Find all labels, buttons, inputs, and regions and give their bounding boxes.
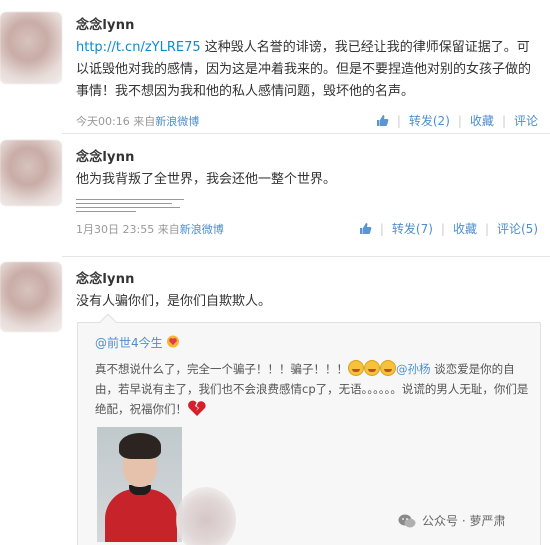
angry-emoji-icon (364, 360, 380, 376)
repost-button[interactable]: 转发(7) (392, 220, 433, 237)
post-time[interactable]: 1月30日 23:55 (76, 223, 154, 236)
source-prefix: 来自 (133, 115, 156, 128)
post-time[interactable]: 今天00:16 (76, 115, 130, 128)
watermark: 公众号 · 萝严肃 (398, 512, 505, 529)
post-text: 他为我背叛了全世界，我会还他一整个世界。 (76, 172, 337, 187)
mention-link[interactable]: @孙杨 (396, 362, 431, 376)
source-prefix: 来自 (157, 223, 180, 236)
avatar[interactable] (0, 262, 62, 332)
avatar[interactable] (0, 12, 62, 84)
quoted-text-part: 真不想说什么了，完全一个骗子！！！骗子！！！ (95, 362, 348, 376)
broken-heart-icon (187, 400, 207, 423)
attached-text-image[interactable] (76, 197, 186, 215)
username-link[interactable]: 念念lynn (76, 14, 542, 34)
vip-heart-icon (166, 335, 180, 351)
username-link[interactable]: 念念lynn (76, 268, 542, 288)
angry-emoji-icon (380, 360, 396, 376)
avatar[interactable] (0, 140, 62, 206)
attached-photo[interactable] (97, 427, 182, 542)
source-link[interactable]: 新浪微博 (180, 223, 224, 236)
blurred-photo (176, 487, 236, 545)
angry-emoji-icon (348, 360, 364, 376)
weibo-post: 念念lynn 没有人骗你们，是你们自欺欺人。 (76, 268, 542, 313)
repost-button[interactable]: 转发(2) (409, 112, 450, 129)
source-link[interactable]: 新浪微博 (155, 115, 199, 128)
favorite-button[interactable]: 收藏 (453, 220, 477, 237)
divider (62, 133, 550, 134)
like-thumb-icon[interactable] (359, 222, 372, 235)
quoted-text: 真不想说什么了，完全一个骗子！！！骗子！！！ @孙杨 谈恋爱是你的自由，若早说有主… (95, 359, 531, 423)
wechat-icon (398, 514, 416, 527)
comment-button[interactable]: 评论(5) (497, 220, 538, 237)
short-link[interactable]: http://t.cn/zYLRE75 (76, 40, 201, 55)
watermark-text: 公众号 · 萝严肃 (422, 514, 506, 528)
like-thumb-icon[interactable] (376, 114, 389, 127)
post-text: http://t.cn/zYLRE75 这种毁人名誉的诽谤，我已经让我的律师保留… (76, 37, 536, 103)
comment-button[interactable]: 评论 (514, 112, 538, 129)
divider (62, 256, 550, 257)
quoted-username-link[interactable]: @前世4今生 (95, 334, 163, 351)
weibo-post: 念念lynn http://t.cn/zYLRE75 这种毁人名誉的诽谤，我已经… (76, 14, 542, 131)
username-link[interactable]: 念念lynn (76, 146, 542, 166)
weibo-post: 念念lynn 他为我背叛了全世界，我会还他一整个世界。 1月30日 23:55 … (76, 146, 542, 239)
favorite-button[interactable]: 收藏 (470, 112, 494, 129)
post-text: 没有人骗你们，是你们自欺欺人。 (76, 294, 272, 309)
